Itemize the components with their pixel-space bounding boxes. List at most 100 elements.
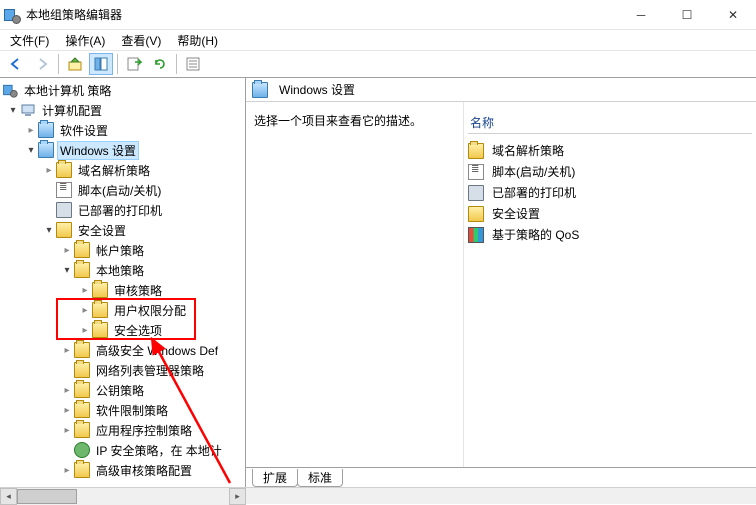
ipsec-icon [74,442,90,458]
security-icon [56,222,72,238]
tree-nlm[interactable]: 网络列表管理器策略 [0,360,245,380]
expander-icon[interactable] [6,103,20,117]
expander-icon[interactable] [24,123,38,137]
maximize-button[interactable]: ☐ [664,0,710,30]
refresh-button[interactable] [148,53,172,75]
expander-icon[interactable] [60,403,74,417]
list-item-security[interactable]: 安全设置 [468,203,752,224]
name-column: 名称 域名解析策略 脚本(启动/关机) 已部署的打印机 安全设置 基于策略的 Q… [464,102,756,467]
menu-action[interactable]: 操作(A) [59,31,111,50]
folder-icon [92,302,108,318]
scroll-thumb[interactable] [17,489,77,504]
tree-public-key[interactable]: 公钥策略 [0,380,245,400]
forward-button[interactable] [30,53,54,75]
content-area: 本地计算机 策略 计算机配置 软件设置 Windows 设置 域名解析策略 脚本… [0,78,756,487]
tree-local-policies[interactable]: 本地策略 [0,260,245,280]
tree-software-settings[interactable]: 软件设置 [0,120,245,140]
tree-user-rights[interactable]: 用户权限分配 [0,300,245,320]
tree-security-settings[interactable]: 安全设置 [0,220,245,240]
security-icon [468,206,484,222]
menu-file[interactable]: 文件(F) [4,31,55,50]
tree-wfas[interactable]: 高级安全 Windows Def [0,340,245,360]
list-item-scripts[interactable]: 脚本(启动/关机) [468,161,752,182]
folder-icon [38,142,54,158]
expander-icon[interactable] [78,303,92,317]
detail-header-title: Windows 设置 [279,81,355,98]
folder-icon [74,402,90,418]
detail-header: Windows 设置 [246,78,756,102]
folder-icon [468,143,484,159]
list-item-printers[interactable]: 已部署的打印机 [468,182,752,203]
script-icon [56,182,72,198]
list-item-qos[interactable]: 基于策略的 QoS [468,224,752,245]
folder-icon [92,282,108,298]
window-title: 本地组策略编辑器 [26,6,122,23]
printer-icon [468,185,484,201]
tree-audit-policy[interactable]: 审核策略 [0,280,245,300]
tree-windows-settings[interactable]: Windows 设置 [0,140,245,160]
back-button[interactable] [4,53,28,75]
tree-scripts[interactable]: 脚本(启动/关机) [0,180,245,200]
app-icon [4,7,20,23]
up-button[interactable] [63,53,87,75]
list-item-dns[interactable]: 域名解析策略 [468,140,752,161]
tree-srp[interactable]: 软件限制策略 [0,400,245,420]
tab-extended[interactable]: 扩展 [252,469,298,487]
status-scroll-area: ◂ ▸ [0,487,756,504]
column-header-name[interactable]: 名称 [468,112,752,134]
folder-icon [74,422,90,438]
description-prompt: 选择一个项目来查看它的描述。 [254,112,455,129]
export-button[interactable] [122,53,146,75]
folder-icon [252,82,268,98]
tab-standard[interactable]: 标准 [297,469,343,487]
expander-icon[interactable] [60,263,74,277]
tree-ipsec[interactable]: IP 安全策略，在 本地计 [0,440,245,460]
folder-icon [74,362,90,378]
title-bar: 本地组策略编辑器 ─ ☐ ✕ [0,0,756,30]
printer-icon [56,202,72,218]
tree-pane[interactable]: 本地计算机 策略 计算机配置 软件设置 Windows 设置 域名解析策略 脚本… [0,78,246,487]
expander-icon[interactable] [42,163,56,177]
expander-icon[interactable] [24,143,38,157]
close-button[interactable]: ✕ [710,0,756,30]
minimize-button[interactable]: ─ [618,0,664,30]
scroll-track[interactable] [77,488,229,505]
tree-dns-policy[interactable]: 域名解析策略 [0,160,245,180]
folder-icon [56,162,72,178]
folder-icon [74,382,90,398]
script-icon [468,164,484,180]
expander-icon[interactable] [60,243,74,257]
expander-icon[interactable] [60,423,74,437]
detail-pane: Windows 设置 选择一个项目来查看它的描述。 名称 域名解析策略 脚本(启… [246,78,756,487]
expander-icon[interactable] [42,223,56,237]
bottom-tabs: 扩展 标准 [246,467,756,487]
menu-bar: 文件(F) 操作(A) 查看(V) 帮助(H) [0,30,756,50]
tree-computer-config[interactable]: 计算机配置 [0,100,245,120]
show-hide-tree-button[interactable] [89,53,113,75]
expander-icon[interactable] [78,283,92,297]
folder-icon [74,462,90,478]
toolbar [0,50,756,78]
expander-icon[interactable] [78,323,92,337]
tree-adv-audit[interactable]: 高级审核策略配置 [0,460,245,480]
folder-icon [38,122,54,138]
menu-help[interactable]: 帮助(H) [171,31,224,50]
properties-button[interactable] [181,53,205,75]
computer-icon [20,102,36,118]
expander-icon[interactable] [60,383,74,397]
tree-root[interactable]: 本地计算机 策略 [0,80,245,100]
folder-icon [74,242,90,258]
expander-icon[interactable] [60,343,74,357]
folder-icon [92,322,108,338]
expander-icon[interactable] [60,463,74,477]
folder-icon [74,342,90,358]
menu-view[interactable]: 查看(V) [115,31,167,50]
tree-account-policies[interactable]: 帐户策略 [0,240,245,260]
tree-deployed-printers[interactable]: 已部署的打印机 [0,200,245,220]
tree-security-options[interactable]: 安全选项 [0,320,245,340]
qos-icon [468,227,484,243]
scroll-right-button[interactable]: ▸ [229,488,246,505]
tree-app-control[interactable]: 应用程序控制策略 [0,420,245,440]
scroll-left-button[interactable]: ◂ [0,488,17,505]
folder-icon [74,262,90,278]
